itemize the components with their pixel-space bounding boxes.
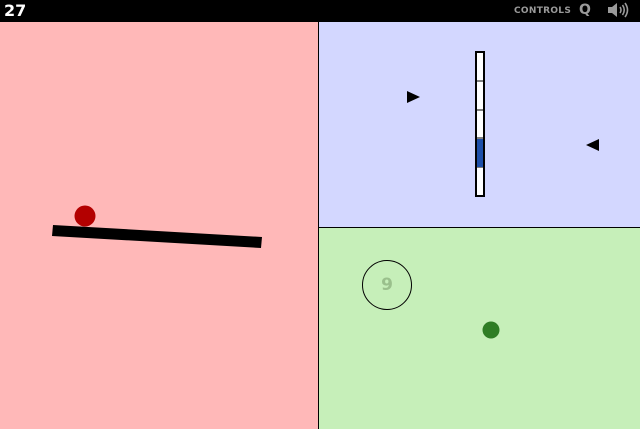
panel-divider-vertical <box>318 22 319 429</box>
vertical-meter <box>475 51 485 197</box>
quit-button[interactable]: Q <box>579 2 591 18</box>
score-counter: 27 <box>4 1 27 20</box>
panel-divider-horizontal <box>319 227 640 228</box>
speaker-icon[interactable] <box>606 1 630 19</box>
left-arrow-icon <box>586 139 599 151</box>
dodge-minigame-panel[interactable] <box>319 228 640 429</box>
controls-button[interactable]: CONTROLS <box>514 5 571 17</box>
right-arrow-icon <box>407 91 420 103</box>
balance-beam <box>52 225 262 248</box>
countdown-ring: 9 <box>362 260 412 310</box>
green-ball <box>482 321 500 339</box>
red-ball <box>74 205 96 227</box>
timing-minigame-panel[interactable] <box>319 22 640 227</box>
top-bar: 27 CONTROLS Q <box>0 0 640 22</box>
countdown-number: 9 <box>381 275 393 295</box>
balance-minigame-panel[interactable] <box>0 22 318 429</box>
meter-active-segment <box>477 139 483 167</box>
